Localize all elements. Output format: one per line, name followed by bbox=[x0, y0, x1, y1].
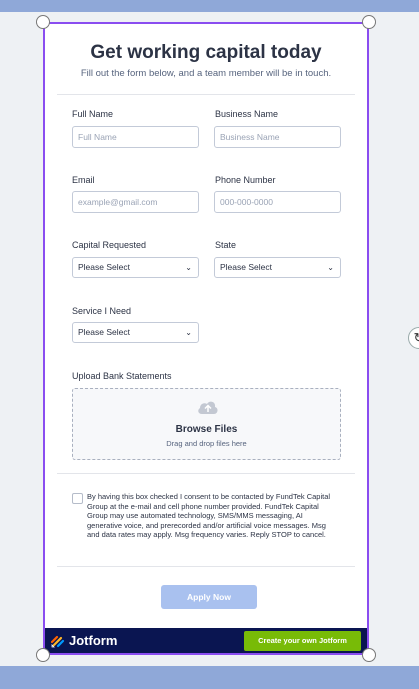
resize-handle-bottom-left[interactable] bbox=[36, 648, 50, 662]
email-label: Email bbox=[72, 175, 95, 185]
jotform-logo-icon bbox=[51, 635, 65, 648]
phone-input[interactable]: 000-000-0000 bbox=[214, 191, 341, 213]
jotform-footer: Jotform Create your own Jotform bbox=[45, 628, 367, 653]
file-upload-dropzone[interactable]: Browse Files Drag and drop files here bbox=[72, 388, 341, 460]
form-subtitle: Fill out the form below, and a team memb… bbox=[80, 68, 332, 79]
cloud-upload-icon bbox=[198, 401, 218, 414]
full-name-label: Full Name bbox=[72, 109, 114, 119]
consent-divider bbox=[57, 566, 355, 567]
consent-text: By having this box checked I consent to … bbox=[87, 492, 331, 540]
resize-handle-top-right[interactable] bbox=[362, 15, 376, 29]
state-label: State bbox=[215, 240, 237, 250]
chevron-down-icon: ⌄ bbox=[185, 263, 192, 272]
full-name-input[interactable]: Full Name bbox=[72, 126, 199, 148]
capital-requested-label: Capital Requested bbox=[72, 240, 147, 250]
upload-divider bbox=[57, 473, 355, 474]
state-select[interactable]: Please Select ⌄ bbox=[214, 257, 341, 278]
header-divider bbox=[57, 94, 355, 95]
service-label: Service I Need bbox=[72, 306, 132, 316]
service-select[interactable]: Please Select ⌄ bbox=[72, 322, 199, 343]
resize-handle-top-left[interactable] bbox=[36, 15, 50, 29]
business-name-label: Business Name bbox=[215, 109, 279, 119]
embedded-form-frame[interactable]: Get working capital today Fill out the f… bbox=[43, 22, 369, 655]
phone-label: Phone Number bbox=[215, 175, 276, 185]
create-jotform-button[interactable]: Create your own Jotform bbox=[244, 631, 361, 651]
business-name-input[interactable]: Business Name bbox=[214, 126, 341, 148]
apply-now-button[interactable]: Apply Now bbox=[161, 585, 257, 609]
consent-checkbox[interactable] bbox=[72, 493, 83, 504]
capital-requested-select[interactable]: Please Select ⌄ bbox=[72, 257, 199, 278]
capital-requested-value: Please Select bbox=[78, 262, 130, 272]
resize-handle-bottom-right[interactable] bbox=[362, 648, 376, 662]
upload-label: Upload Bank Statements bbox=[72, 371, 172, 381]
chevron-down-icon: ⌄ bbox=[185, 328, 192, 337]
drag-drop-hint: Drag and drop files here bbox=[166, 439, 247, 448]
top-canvas-strip bbox=[0, 0, 419, 12]
bottom-canvas-strip bbox=[0, 666, 419, 689]
chevron-down-icon: ⌄ bbox=[327, 263, 334, 272]
jotform-brand[interactable]: Jotform bbox=[69, 633, 117, 648]
browse-files-text[interactable]: Browse Files bbox=[73, 424, 340, 435]
service-value: Please Select bbox=[78, 327, 130, 337]
state-value: Please Select bbox=[220, 262, 272, 272]
form-title: Get working capital today bbox=[90, 42, 322, 63]
email-input[interactable]: example@gmail.com bbox=[72, 191, 199, 213]
